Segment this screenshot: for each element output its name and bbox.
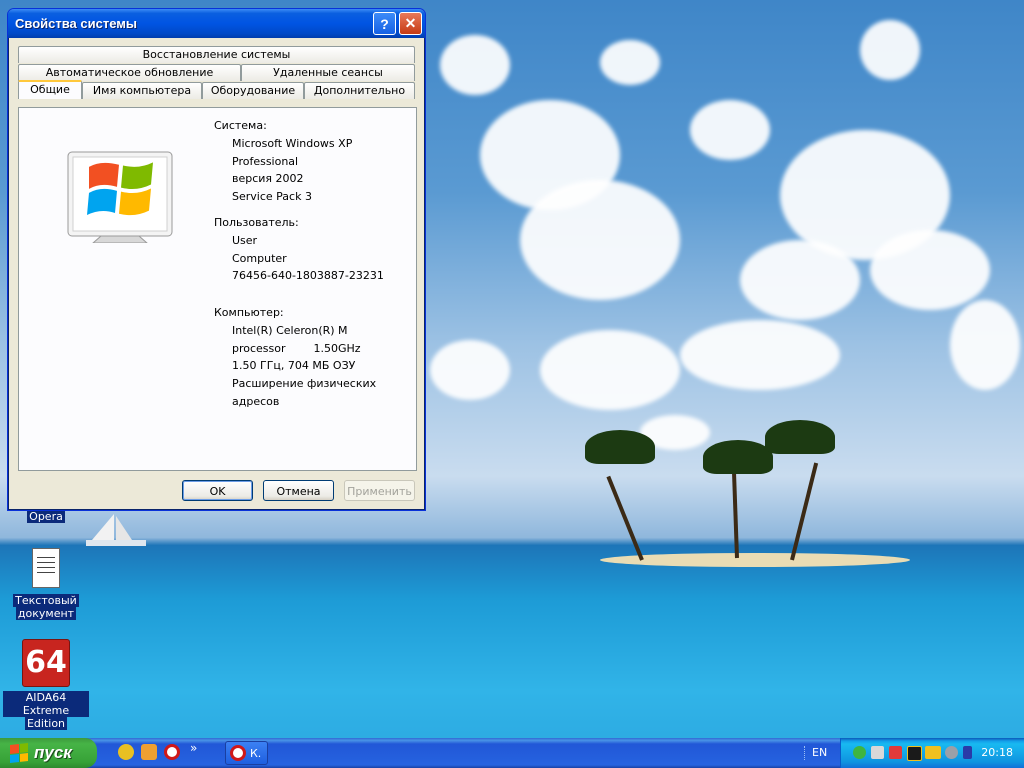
cloud (520, 180, 680, 300)
cloud (600, 40, 660, 85)
cloud (740, 240, 860, 320)
windows-flag-icon (10, 743, 28, 763)
os-edition: Professional (232, 154, 299, 168)
tab-computer-name[interactable]: Имя компьютера (82, 82, 202, 99)
tab-general[interactable]: Общие (18, 80, 82, 99)
desktop-icon-label: AIDA64 Extreme (3, 691, 89, 717)
tab-automatic-updates[interactable]: Автоматическое обновление (18, 64, 241, 81)
window-title: Свойства системы (15, 16, 137, 31)
cpu-speed: processor 1.50GHz (232, 341, 361, 355)
system-info: Система: Microsoft Windows XP Profession… (214, 117, 352, 206)
taskbar-button-label: К. (250, 746, 262, 760)
taskbar-button-opera[interactable]: К. (225, 741, 268, 765)
desktop-icon-label: Edition (24, 717, 68, 730)
tab-remote[interactable]: Удаленные сеансы (241, 64, 415, 81)
desktop-icon-opera[interactable]: Opera (3, 510, 89, 523)
text-document-icon (32, 548, 60, 588)
product-id: 76456-640-1803887-23231 (232, 269, 384, 283)
palm-leaves (585, 430, 655, 464)
island (600, 553, 910, 567)
registered-user: User (232, 233, 258, 247)
windows-xp-monitor-icon (67, 151, 173, 243)
cloud (440, 35, 510, 95)
taskbar: пуск » К. EN 20:18 (0, 738, 1024, 768)
tab-row-3: Общие Имя компьютера Оборудование Дополн… (18, 80, 415, 99)
quicklaunch-aida64-icon[interactable] (141, 744, 157, 760)
cloud (690, 100, 770, 160)
sailboat (86, 514, 146, 546)
help-icon: ? (380, 15, 389, 32)
pae-status: Расширение физических адресов (232, 377, 377, 408)
palm-leaves (765, 420, 835, 454)
cloud (950, 300, 1020, 390)
ok-button[interactable]: OK (182, 480, 253, 501)
tray-disk-icon[interactable] (945, 746, 958, 759)
start-label: пуск (34, 743, 72, 762)
tray-security-icon[interactable] (889, 746, 902, 759)
quicklaunch-opera-icon[interactable] (164, 744, 180, 760)
cloud (860, 20, 920, 80)
tray-usb-icon[interactable] (963, 746, 972, 759)
quicklaunch-more-icon[interactable]: » (190, 741, 197, 755)
desktop-icon-label: Opera (27, 510, 65, 523)
cloud (540, 330, 680, 410)
user-info: Пользователь: User Computer 76456-640-18… (214, 214, 384, 285)
start-button[interactable]: пуск (0, 738, 97, 768)
palm-trunk (606, 475, 644, 561)
aida64-icon: 64 (22, 639, 70, 687)
computer-heading: Компьютер: (214, 306, 284, 319)
tab-system-restore[interactable]: Восстановление системы (18, 46, 415, 63)
tab-row-1: Восстановление системы (18, 46, 415, 63)
tab-row-2: Автоматическое обновление Удаленные сеан… (18, 64, 415, 81)
apply-button[interactable]: Применить (344, 480, 415, 501)
language-indicator[interactable]: EN (812, 746, 827, 759)
memory: 1.50 ГГц, 704 МБ ОЗУ (232, 359, 356, 373)
cpu-name: Intel(R) Celeron(R) M (232, 323, 348, 337)
computer-info: Компьютер: Intel(R) Celeron(R) M process… (214, 304, 425, 411)
clock: 20:18 (981, 746, 1013, 759)
close-button[interactable]: ✕ (399, 12, 422, 35)
tray-volume-icon[interactable] (871, 746, 884, 759)
cloud (680, 320, 840, 390)
tab-hardware[interactable]: Оборудование (202, 82, 304, 99)
palm-leaves (703, 440, 773, 474)
cloud (870, 230, 990, 310)
palm-trunk (731, 469, 739, 559)
desktop-icon-aida64[interactable]: 64 AIDA64 Extreme Edition (3, 639, 89, 730)
tray-display-icon[interactable] (907, 746, 922, 761)
desktop-icon-label: документ (15, 607, 77, 620)
system-heading: Система: (214, 119, 267, 132)
taskbar-grip (804, 746, 808, 760)
desktop-icon-label: Текстовый (13, 594, 79, 607)
quicklaunch-app-icon[interactable] (118, 744, 134, 760)
opera-icon (230, 745, 246, 761)
close-icon: ✕ (404, 15, 417, 31)
system-properties-window: Свойства системы ? ✕ Восстановление сист… (7, 8, 426, 511)
tab-advanced[interactable]: Дополнительно (304, 82, 415, 99)
tray-network-icon[interactable] (853, 746, 866, 759)
desktop-icon-text-document[interactable]: Текстовый документ (3, 548, 89, 620)
tray-s3-icon[interactable] (925, 746, 941, 759)
system-tray: 20:18 (840, 738, 1024, 768)
cloud (430, 340, 510, 400)
registered-organization: Computer (232, 251, 287, 265)
cancel-button[interactable]: Отмена (263, 480, 334, 501)
os-name: Microsoft Windows XP (232, 136, 353, 150)
palm-trunk (790, 462, 819, 561)
help-button[interactable]: ? (373, 12, 396, 35)
service-pack: Service Pack 3 (232, 190, 312, 204)
title-bar[interactable]: Свойства системы ? ✕ (8, 9, 425, 38)
os-version: версия 2002 (232, 172, 304, 186)
user-heading: Пользователь: (214, 216, 299, 229)
